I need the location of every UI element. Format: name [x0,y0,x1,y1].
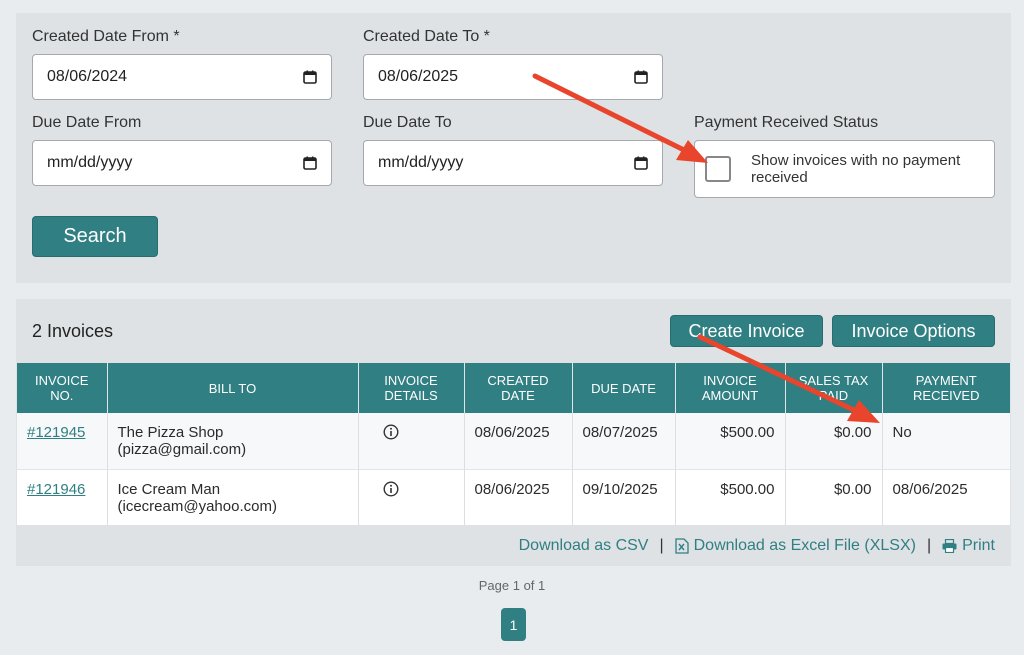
invoice-details-cell [358,413,465,469]
separator: | [926,537,932,554]
calendar-icon[interactable] [634,70,648,84]
info-icon[interactable] [382,424,399,444]
column-header[interactable]: INVOICE NO. [17,363,108,413]
print-icon [942,539,957,553]
create-invoice-button[interactable]: Create Invoice [670,315,823,347]
bill-to-name: Ice Cream Man [117,480,221,498]
column-header[interactable]: BILL TO [107,363,359,413]
search-button[interactable]: Search [32,216,158,257]
invoice-count: 2 Invoices [32,321,114,341]
created-date-cell: 08/06/2025 [464,468,573,525]
due-date-to-input[interactable]: mm/dd/yyyy [363,140,663,186]
created-date-cell: 08/06/2025 [464,413,573,469]
filter-panel: Created Date From * 08/06/2024 Created D… [16,13,1011,283]
payment-status-box: Show invoices with no payment received [694,140,995,198]
print-link[interactable]: Print [942,537,995,555]
print-label: Print [962,537,995,554]
due-date-from-field: Due Date From mm/dd/yyyy [32,114,332,186]
page-button[interactable]: 1 [501,608,526,641]
due-date-from-input[interactable]: mm/dd/yyyy [32,140,332,186]
amount-cell: $500.00 [675,413,786,469]
invoice-details-cell [358,468,465,525]
due-date-to-label: Due Date To [363,114,452,131]
due-date-to-placeholder: mm/dd/yyyy [378,154,464,171]
table-row: #121945 The Pizza Shop (pizza@gmail.com) … [17,413,1010,469]
invoice-number-link[interactable]: #121945 [27,424,85,441]
bill-to-cell: Ice Cream Man (icecream@yahoo.com) [107,468,359,525]
due-date-cell: 08/07/2025 [572,413,676,469]
payment-status-label: Payment Received Status [694,114,879,131]
bill-to-name: The Pizza Shop [117,424,224,441]
table-header-row: INVOICE NO. BILL TO INVOICE DETAILS CREA… [17,363,1010,413]
created-date-from-value: 08/06/2024 [47,68,128,85]
created-date-from-input[interactable]: 08/06/2024 [32,54,332,100]
download-xlsx-label: Download as Excel File (XLSX) [693,537,916,554]
created-date-to-value: 08/06/2025 [378,68,459,85]
tax-cell: $0.00 [785,413,883,469]
column-header[interactable]: INVOICE DETAILS [358,363,465,413]
column-header[interactable]: SALES TAX PAID [785,363,883,413]
created-date-to-label: Created Date To * [363,28,490,45]
info-icon[interactable] [382,480,399,501]
no-payment-checkbox[interactable] [705,156,731,182]
column-header[interactable]: CREATED DATE [464,363,573,413]
download-csv-link[interactable]: Download as CSV [519,537,649,555]
invoice-table: INVOICE NO. BILL TO INVOICE DETAILS CREA… [17,363,1010,525]
created-date-to-input[interactable]: 08/06/2025 [363,54,663,100]
due-date-cell: 09/10/2025 [572,468,676,525]
due-date-from-label: Due Date From [32,114,142,131]
export-links: Download as CSV | Download as Excel File… [519,537,995,555]
bill-to-email: (icecream@yahoo.com) [117,497,277,515]
payment-received-cell: 08/06/2025 [882,468,1010,525]
calendar-icon[interactable] [303,70,317,84]
payment-status-field: Payment Received Status Show invoices wi… [694,114,995,198]
column-header[interactable]: INVOICE AMOUNT [675,363,786,413]
created-date-to-field: Created Date To * 08/06/2025 [363,28,663,100]
excel-icon [674,538,689,554]
created-date-from-label: Created Date From * [32,28,180,45]
calendar-icon[interactable] [634,156,648,170]
tax-cell: $0.00 [785,468,883,525]
bill-to-cell: The Pizza Shop (pizza@gmail.com) [107,413,359,469]
due-date-to-field: Due Date To mm/dd/yyyy [363,114,663,186]
created-date-from-field: Created Date From * 08/06/2024 [32,28,332,100]
invoice-number-link[interactable]: #121946 [27,481,85,498]
no-payment-checkbox-label[interactable]: Show invoices with no payment received [751,152,984,186]
amount-cell: $500.00 [675,468,786,525]
pagination-text: Page 1 of 1 [478,578,546,593]
invoice-options-button[interactable]: Invoice Options [832,315,995,347]
separator: | [659,537,664,554]
payment-received-cell: No [882,413,1010,469]
calendar-icon[interactable] [303,156,317,170]
column-header[interactable]: PAYMENT RECEIVED [882,363,1010,413]
results-panel: 2 Invoices Create Invoice Invoice Option… [16,299,1011,566]
due-date-from-placeholder: mm/dd/yyyy [47,154,133,171]
table-row: #121946 Ice Cream Man (icecream@yahoo.com… [17,468,1010,525]
download-xlsx-link[interactable]: Download as Excel File (XLSX) [674,537,916,555]
bill-to-email: (pizza@gmail.com) [117,441,247,458]
column-header[interactable]: DUE DATE [572,363,676,413]
